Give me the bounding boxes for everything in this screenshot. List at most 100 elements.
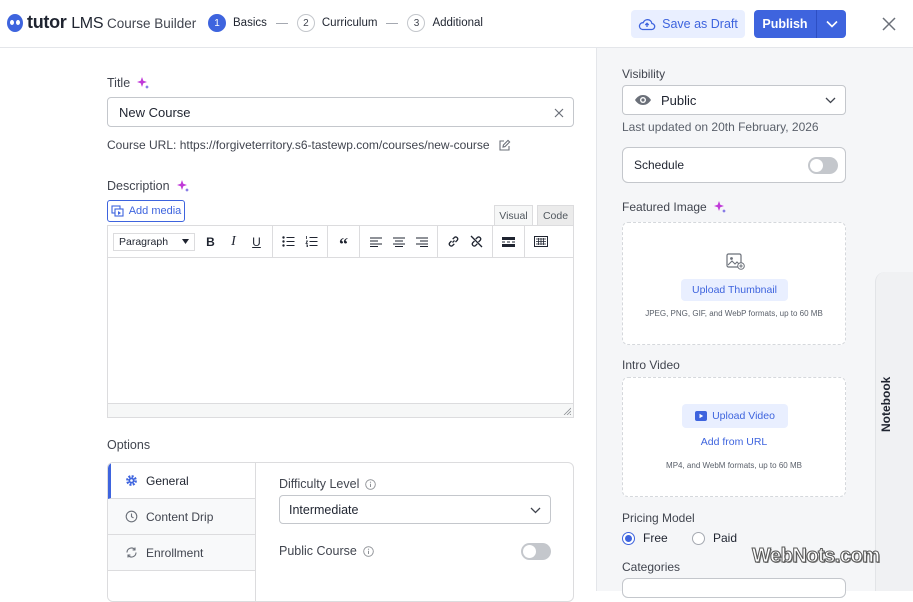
intro-video-dropzone[interactable]: Upload Video Add from URL MP4, and WebM … [622,377,846,497]
ai-sparkle-icon[interactable] [136,76,150,90]
title-label: Title [107,76,150,90]
tab-enrollment[interactable]: Enrollment [108,535,255,571]
format-select-value: Paragraph [119,235,169,248]
edit-icon[interactable] [498,139,511,152]
difficulty-level-select[interactable]: Intermediate [279,495,551,524]
add-from-url-link[interactable]: Add from URL [623,436,845,448]
align-left-icon[interactable] [364,231,387,253]
tab-content-drip-label: Content Drip [146,509,214,524]
add-media-button[interactable]: Add media [107,200,185,222]
editor-content-area[interactable] [108,258,573,403]
video-format-hint: MP4, and WebM formats, up to 60 MB [666,461,802,470]
categories-box[interactable] [622,578,846,598]
image-add-icon [726,253,745,270]
pricing-paid-option[interactable]: Paid [692,531,737,545]
pricing-free-option[interactable]: Free [622,531,668,545]
numbered-list-icon[interactable] [300,231,323,253]
featured-image-label-text: Featured Image [622,200,707,214]
ai-sparkle-icon[interactable] [713,200,727,214]
step-label: Basics [233,17,267,29]
chevron-down-icon [530,507,541,514]
toolbar-toggle-icon[interactable] [529,231,552,253]
chevron-down-icon [825,97,836,104]
unlink-icon[interactable] [465,231,488,253]
tutor-lms-logo[interactable]: tutor LMS [7,12,103,33]
schedule-toggle[interactable] [808,157,838,174]
step-navigation: 1 Basics 2 Curriculum 3 Additional [208,14,483,32]
public-course-label-text: Public Course [279,544,357,558]
difficulty-level-value: Intermediate [289,502,359,517]
tab-general[interactable]: General [108,463,255,499]
bold-icon[interactable]: B [199,231,222,253]
refresh-icon [126,547,137,558]
step-curriculum[interactable]: 2 Curriculum [296,14,377,32]
publish-button[interactable]: Publish [754,10,846,38]
align-center-icon[interactable] [387,231,410,253]
info-icon[interactable] [363,545,374,557]
step-number: 1 [208,14,226,32]
categories-label: Categories [622,560,681,574]
title-label-text: Title [107,76,131,90]
read-more-icon[interactable] [497,231,520,253]
difficulty-level-label: Difficulty Level [279,477,377,491]
top-bar: tutor LMS Course Builder 1 Basics 2 Curr… [0,0,913,48]
underline-icon[interactable]: U [245,231,268,253]
owl-logo-icon [7,13,23,32]
italic-icon[interactable]: I [222,231,245,253]
last-updated-text: Last updated on 20th February, 2026 [622,120,819,134]
tab-code[interactable]: Code [537,205,574,225]
format-select[interactable]: Paragraph [113,232,195,251]
step-separator [386,22,399,24]
publish-label: Publish [762,17,808,31]
options-heading: Options [107,438,151,452]
bullet-list-icon[interactable] [277,231,300,253]
step-label: Additional [432,17,483,29]
options-sidebar: General Content Drip Enrollment [108,463,256,601]
schedule-row: Schedule [622,147,846,183]
gear-icon [126,475,137,486]
tab-visual[interactable]: Visual [494,205,533,225]
upload-video-button[interactable]: Upload Video [682,404,788,428]
step-basics[interactable]: 1 Basics [208,14,267,32]
clear-icon[interactable] [554,108,564,118]
save-as-draft-button[interactable]: Save as Draft [631,10,745,38]
title-input[interactable]: New Course [107,97,574,127]
options-card: General Content Drip Enrollment Difficul… [107,462,574,602]
watermark: WebNots.com [751,545,880,568]
course-url-link[interactable]: https://forgiveterritory.s6-tastewp.com/… [180,138,490,152]
link-icon[interactable] [442,231,465,253]
pricing-model-label: Pricing Model [622,511,695,525]
eye-icon [635,95,651,105]
pricing-free-label: Free [643,531,668,545]
description-label: Description [107,179,190,193]
difficulty-level-label-text: Difficulty Level [279,477,360,491]
step-additional[interactable]: 3 Additional [407,14,483,32]
blockquote-icon[interactable]: “ [332,231,355,254]
close-icon[interactable] [880,15,898,33]
clock-icon [125,510,138,523]
cloud-upload-icon [638,19,656,31]
course-url-label: Course URL: [107,138,177,152]
step-separator [275,22,288,24]
public-course-toggle[interactable] [521,543,551,560]
chevron-down-icon [182,239,189,244]
tab-content-drip[interactable]: Content Drip [108,499,255,535]
upload-thumbnail-button[interactable]: Upload Thumbnail [681,279,788,301]
editor-toolbar: Paragraph B I U “ [108,225,573,258]
tab-enrollment-label: Enrollment [146,545,204,560]
description-label-text: Description [107,179,170,193]
visibility-select[interactable]: Public [622,85,846,115]
pricing-paid-radio[interactable] [692,531,705,545]
publish-options-button[interactable] [816,10,846,38]
info-icon[interactable] [365,478,377,490]
schedule-label: Schedule [634,158,685,172]
featured-image-label: Featured Image [622,200,727,214]
upload-video-label: Upload Video [712,410,775,422]
notebook-panel-tab[interactable]: Notebook [875,272,913,591]
featured-image-dropzone[interactable]: Upload Thumbnail JPEG, PNG, GIF, and Web… [622,222,846,345]
align-right-icon[interactable] [410,231,433,253]
pricing-free-radio[interactable] [622,531,635,545]
ai-sparkle-icon[interactable] [176,179,190,193]
visibility-value: Public [661,92,697,108]
resize-handle-icon[interactable] [563,407,571,415]
